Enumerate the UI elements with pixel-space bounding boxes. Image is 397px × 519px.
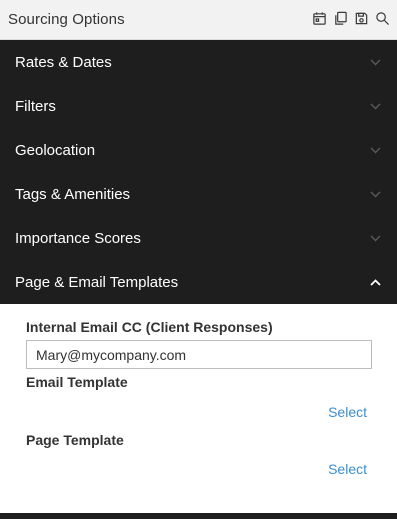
panel-title: Sourcing Options (8, 11, 125, 28)
chevron-down-icon (370, 97, 381, 115)
chevron-down-icon (370, 141, 381, 159)
page-template-label: Page Template (26, 432, 124, 448)
accordion-page-email-templates[interactable]: Page & Email Templates (0, 260, 397, 304)
accordion-label: Importance Scores (15, 229, 141, 247)
accordion-label: Page & Email Templates (15, 273, 179, 291)
search-icon[interactable] (374, 10, 391, 27)
copy-icon[interactable] (332, 10, 349, 27)
panel-header: Sourcing Options (0, 0, 397, 40)
page-template-select-link[interactable]: Select (328, 461, 367, 477)
accordion-label: Geolocation (15, 141, 96, 159)
calendar-icon[interactable] (311, 10, 328, 27)
accordion-rates-dates[interactable]: Rates & Dates (0, 40, 397, 84)
chevron-down-icon (370, 185, 381, 203)
email-template-select-link[interactable]: Select (328, 404, 367, 420)
save-icon[interactable] (353, 10, 370, 27)
email-cc-label: Internal Email CC (Client Responses) (26, 319, 273, 335)
footer-bar (0, 513, 397, 519)
email-cc-input[interactable] (26, 340, 372, 369)
accordion-label: Rates & Dates (15, 53, 112, 71)
chevron-down-icon (370, 229, 381, 247)
accordion-tags-amenities[interactable]: Tags & Amenities (0, 172, 397, 216)
chevron-up-icon (370, 273, 381, 291)
header-toolbar (311, 10, 391, 27)
accordion-filters[interactable]: Filters (0, 84, 397, 128)
accordion-geolocation[interactable]: Geolocation (0, 128, 397, 172)
email-template-label: Email Template (26, 374, 128, 390)
chevron-down-icon (370, 53, 381, 71)
accordion-label: Filters (15, 97, 56, 115)
accordion-importance-scores[interactable]: Importance Scores (0, 216, 397, 260)
templates-panel: Internal Email CC (Client Responses) Ema… (0, 304, 397, 513)
options-accordion: Rates & Dates Filters Geolocation Tags &… (0, 40, 397, 304)
accordion-label: Tags & Amenities (15, 185, 131, 203)
